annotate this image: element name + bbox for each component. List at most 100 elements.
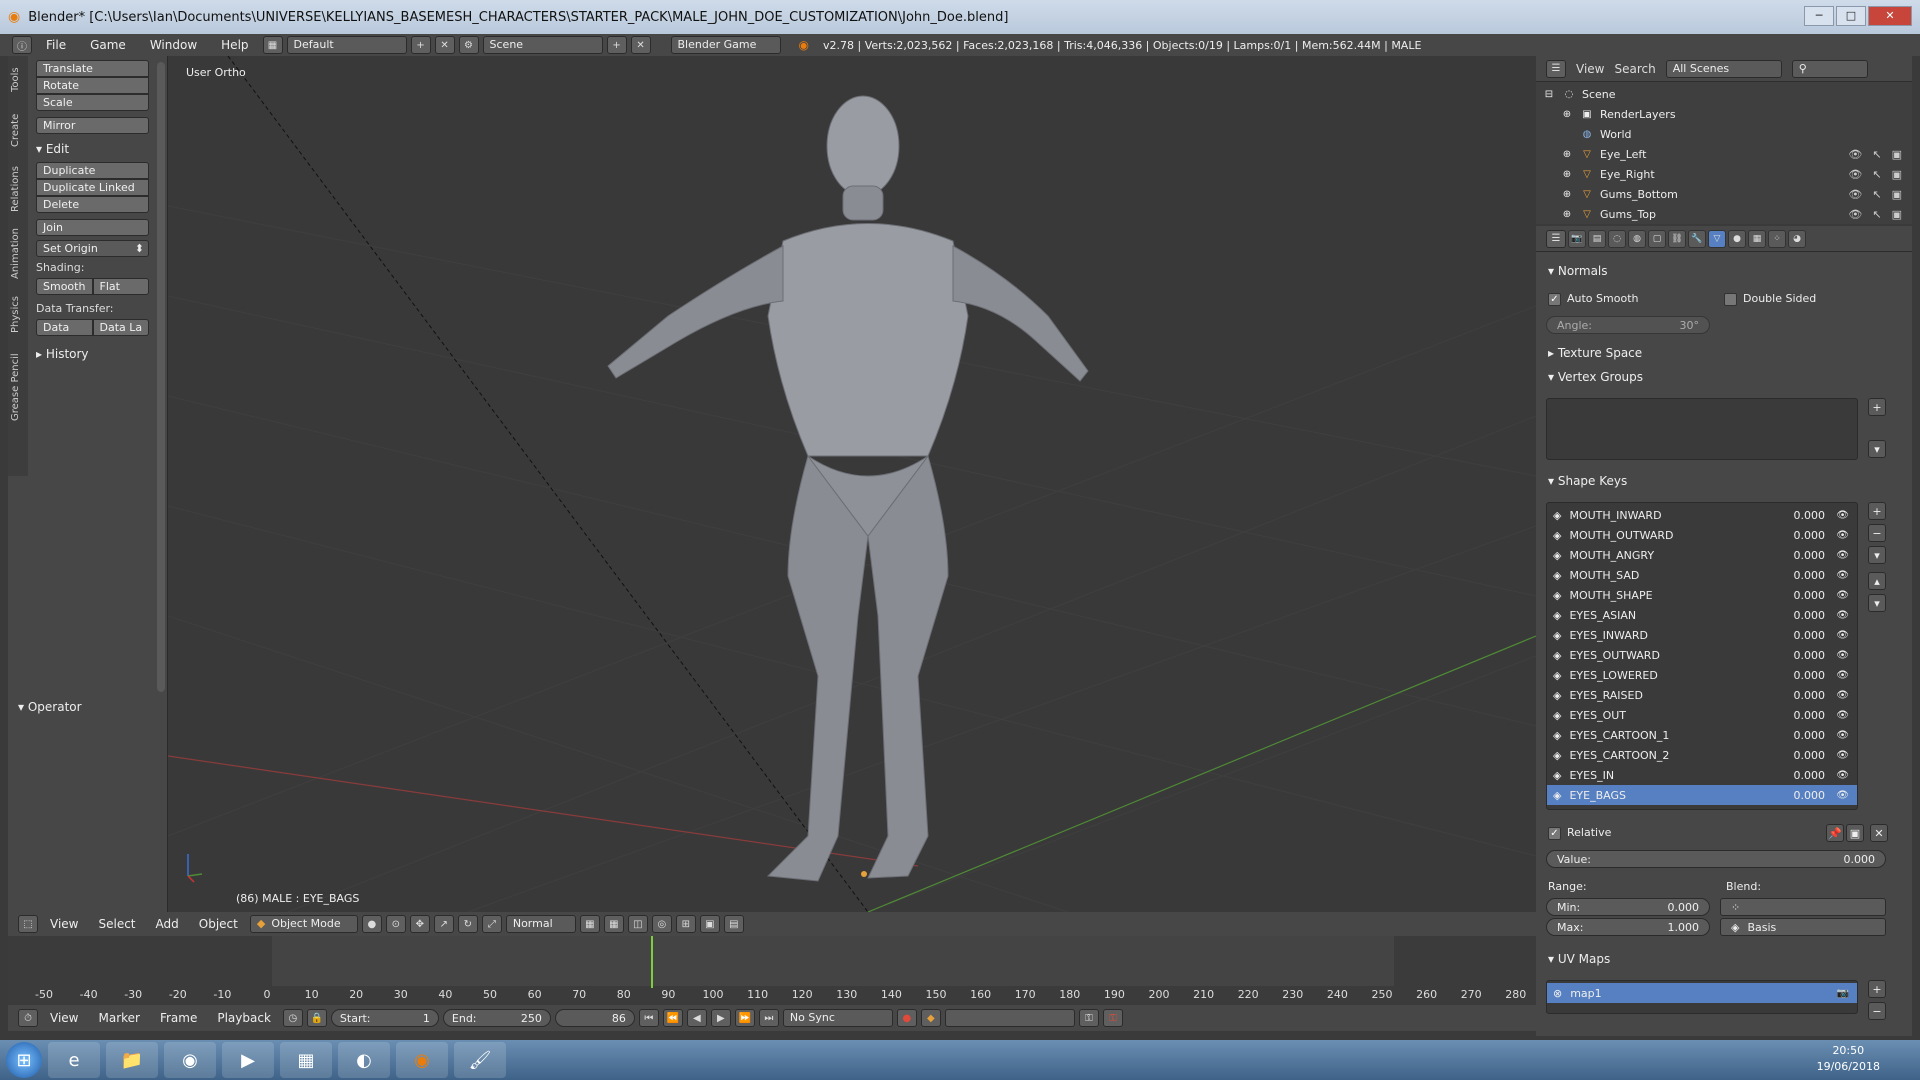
texture-space-panel-header[interactable]: ▸ Texture Space <box>1548 346 1642 360</box>
object-tab-icon[interactable]: ▢ <box>1648 229 1666 248</box>
menu-help[interactable]: Help <box>211 38 258 52</box>
properties-editor-icon[interactable]: ☰ <box>1546 229 1566 248</box>
tab-tools[interactable]: Tools <box>10 60 26 100</box>
scale-button[interactable]: Scale <box>36 94 149 111</box>
visibility-icon[interactable]: 👁 <box>1848 188 1862 201</box>
add-layout-icon[interactable]: + <box>410 36 431 54</box>
shape-key-value[interactable]: 0.000 <box>1794 609 1826 622</box>
auto-smooth-checkbox[interactable]: ✓ Auto Smooth <box>1548 292 1638 306</box>
shape-key-value[interactable]: 0.000 <box>1794 649 1826 662</box>
double-sided-checkbox[interactable]: Double Sided <box>1724 292 1816 306</box>
interaction-mode-selector[interactable]: ◆ Object Mode <box>249 915 358 933</box>
join-button[interactable]: Join <box>36 219 149 236</box>
editor-type-icon[interactable]: ⬚ <box>18 915 38 933</box>
shape-key-row[interactable]: ◈ EYES_RAISED 0.000 👁 <box>1547 685 1857 705</box>
flat-button[interactable]: Flat <box>92 278 149 295</box>
shape-key-specials-button[interactable]: ▾ <box>1868 546 1886 564</box>
app-icon[interactable]: ▦ <box>280 1042 332 1078</box>
tab-relations[interactable]: Relations <box>10 160 26 218</box>
menu-file[interactable]: File <box>36 38 76 52</box>
mute-toggle-icon[interactable]: 👁 <box>1836 550 1849 561</box>
tab-create[interactable]: Create <box>10 106 26 154</box>
paint-icon[interactable]: 🖌 <box>454 1042 506 1078</box>
world-tab-icon[interactable]: ◍ <box>1628 229 1646 248</box>
shape-key-row[interactable]: ◈ MOUTH_SAD 0.000 👁 <box>1547 565 1857 585</box>
current-frame-field[interactable]: 86 <box>554 1009 635 1027</box>
mute-toggle-icon[interactable]: 👁 <box>1836 590 1849 601</box>
menu-frame[interactable]: Frame <box>152 1011 205 1025</box>
particles-tab-icon[interactable]: ⁘ <box>1768 229 1786 248</box>
tab-grease-pencil[interactable]: Grease Pencil <box>10 346 26 428</box>
scene-icon[interactable]: ⚙ <box>458 36 479 54</box>
play-icon[interactable]: ▶ <box>710 1009 731 1027</box>
outliner-row-gums-bottom[interactable]: ⊕ ▽ Gums_Bottom 👁 ↖ ▣ <box>1536 184 1912 204</box>
mute-toggle-icon[interactable]: 👁 <box>1836 530 1849 541</box>
preview-range-icon[interactable]: ◷ <box>282 1009 303 1027</box>
mirror-button[interactable]: Mirror <box>36 117 149 134</box>
shape-key-row[interactable]: ◈ EYES_LOWERED 0.000 👁 <box>1547 665 1857 685</box>
move-shape-key-up-button[interactable]: ▴ <box>1868 572 1886 590</box>
chrome-icon[interactable]: ◉ <box>164 1042 216 1078</box>
mute-toggle-icon[interactable]: 👁 <box>1836 630 1849 641</box>
selectable-icon[interactable]: ↖ <box>1872 188 1881 201</box>
shape-key-value[interactable]: 0.000 <box>1794 789 1826 802</box>
visibility-icon[interactable]: 👁 <box>1848 168 1862 181</box>
vertex-groups-panel-header[interactable]: ▾ Vertex Groups <box>1548 370 1643 384</box>
range-min-field[interactable]: Min: 0.000 <box>1546 898 1710 916</box>
object-data-tab-icon[interactable]: ▽ <box>1708 229 1726 248</box>
uv-maps-list[interactable]: ⊗ map1 📷 <box>1546 980 1858 1014</box>
mute-toggle-icon[interactable]: 👁 <box>1836 750 1849 761</box>
jump-start-icon[interactable]: ⏮ <box>638 1009 659 1027</box>
menu-select[interactable]: Select <box>90 917 143 931</box>
scale-manipulator-icon[interactable]: ⤢ <box>481 915 502 933</box>
renderable-icon[interactable]: ▣ <box>1892 188 1902 201</box>
shape-key-value[interactable]: 0.000 <box>1794 529 1826 542</box>
start-button-icon[interactable]: ⊞ <box>6 1042 42 1078</box>
mute-toggle-icon[interactable]: 👁 <box>1836 690 1849 701</box>
shape-key-row[interactable]: ◈ EYES_ASIAN 0.000 👁 <box>1547 605 1857 625</box>
rotate-manipulator-icon[interactable]: ↻ <box>457 915 478 933</box>
vertex-group-specials-button[interactable]: ▾ <box>1868 440 1886 458</box>
add-uv-map-button[interactable]: + <box>1868 980 1886 998</box>
shape-keys-panel-header[interactable]: ▾ Shape Keys <box>1548 474 1627 488</box>
outliner-search-input[interactable]: ⚲ <box>1791 59 1868 78</box>
tool-shelf-scrollbar[interactable] <box>157 62 165 692</box>
uv-maps-panel-header[interactable]: ▾ UV Maps <box>1548 952 1610 966</box>
lock-camera-icon[interactable]: ◫ <box>627 915 648 933</box>
shape-key-value[interactable]: 0.000 <box>1794 729 1826 742</box>
outliner-row-renderlayers[interactable]: ⊕ ▣ RenderLayers <box>1536 104 1912 124</box>
renderable-icon[interactable]: ▣ <box>1892 168 1902 181</box>
pivot-point-icon[interactable]: ⊙ <box>385 915 406 933</box>
clear-shape-keys-icon[interactable]: ✕ <box>1870 824 1888 842</box>
prev-keyframe-icon[interactable]: ⏪ <box>662 1009 683 1027</box>
normals-panel-header[interactable]: ▾ Normals <box>1548 264 1608 278</box>
menu-playback[interactable]: Playback <box>209 1011 279 1025</box>
shape-key-value[interactable]: 0.000 <box>1794 669 1826 682</box>
mute-toggle-icon[interactable]: 👁 <box>1836 650 1849 661</box>
shape-key-row[interactable]: ◈ EYES_OUT 0.000 👁 <box>1547 705 1857 725</box>
internet-explorer-icon[interactable]: e <box>48 1042 100 1078</box>
end-frame-field[interactable]: End: 250 <box>442 1009 551 1027</box>
remove-uv-map-button[interactable]: − <box>1868 1002 1886 1020</box>
shape-key-value[interactable]: 0.000 <box>1794 569 1826 582</box>
blend-relative-key-field[interactable]: ◈ Basis <box>1720 918 1886 936</box>
data-layout-button[interactable]: Data La <box>92 319 149 336</box>
physics-tab-icon[interactable]: ◕ <box>1788 229 1806 248</box>
menu-view[interactable]: View <box>42 917 86 931</box>
shape-key-row[interactable]: ◈ MOUTH_INWARD 0.000 👁 <box>1547 505 1857 525</box>
layers-icon[interactable]: ▦ <box>579 915 600 933</box>
sync-mode-selector[interactable]: No Sync <box>782 1009 893 1027</box>
active-render-icon[interactable]: 📷 <box>1837 988 1849 999</box>
edit-panel-header[interactable]: ▾ Edit <box>36 142 149 156</box>
render-engine-selector[interactable]: Blender Game <box>670 36 781 54</box>
relative-checkbox[interactable]: ✓ Relative <box>1548 826 1611 840</box>
translate-manipulator-icon[interactable]: ↗ <box>433 915 454 933</box>
visibility-icon[interactable]: 👁 <box>1848 148 1862 161</box>
duplicate-linked-button[interactable]: Duplicate Linked <box>36 179 149 196</box>
keying-set-selector[interactable] <box>944 1009 1075 1027</box>
edit-mode-shape-key-icon[interactable]: ▣ <box>1846 824 1864 842</box>
proportional-edit-icon[interactable]: ◎ <box>651 915 672 933</box>
range-max-field[interactable]: Max: 1.000 <box>1546 918 1710 936</box>
menu-game[interactable]: Game <box>80 38 136 52</box>
shape-key-row[interactable]: ◈ EYES_CARTOON_2 0.000 👁 <box>1547 745 1857 765</box>
